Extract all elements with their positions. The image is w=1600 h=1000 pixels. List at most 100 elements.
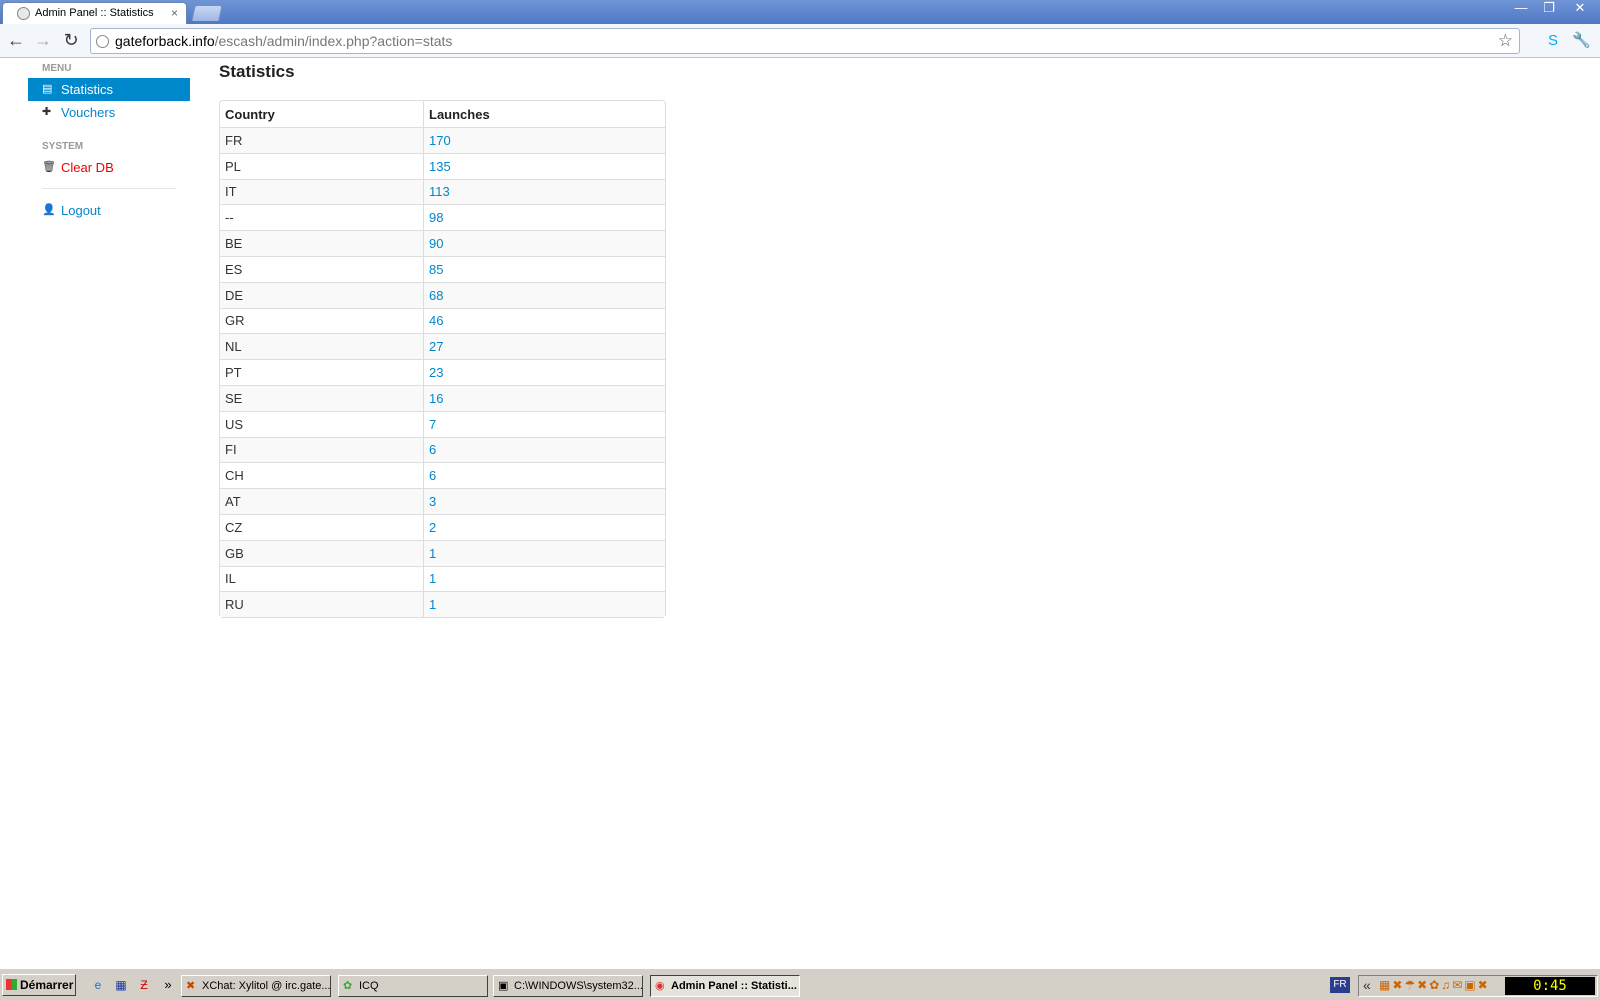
sidebar-item-vouchers[interactable]: ✚ Vouchers [28, 101, 190, 124]
launches-link[interactable]: 7 [423, 410, 665, 437]
url-path: /escash/admin/index.php?action=stats [214, 33, 453, 49]
menu-header: MENU [42, 63, 72, 74]
main-content: Statistics Country Launches FR 170 PL 135 IT… [219, 58, 666, 619]
launches-link[interactable]: 98 [423, 204, 665, 231]
country-cell: FR [220, 127, 423, 153]
table-row: IL 1 [220, 565, 665, 592]
taskbar-item-icq[interactable]: ✿ ICQ [338, 975, 488, 997]
launches-link[interactable]: 46 [423, 307, 665, 334]
tab-close-icon[interactable]: × [171, 6, 178, 20]
country-cell: BE [220, 230, 423, 256]
start-button[interactable]: Démarrer [2, 974, 76, 996]
close-window-button[interactable]: ✕ [1564, 0, 1596, 17]
minimize-button[interactable]: — [1508, 0, 1534, 17]
tray-icons[interactable]: ▦✖☂✖✿♫✉▣✖ [1379, 978, 1490, 992]
launches-link[interactable]: 27 [423, 333, 665, 360]
task-label: C:\WINDOWS\system32... [514, 980, 643, 992]
page-title: Statistics [219, 62, 295, 81]
country-cell: NL [220, 333, 423, 360]
launches-link[interactable]: 1 [423, 539, 665, 566]
bookmark-star-icon[interactable]: ☆ [1498, 31, 1513, 51]
page-icon [96, 35, 109, 48]
table-row: RU 1 [220, 591, 665, 618]
launches-link[interactable]: 1 [423, 565, 665, 592]
launches-link[interactable]: 90 [423, 230, 665, 256]
country-cell: PL [220, 152, 423, 179]
start-label: Démarrer [20, 978, 74, 992]
page-content: MENU ▤ Statistics ✚ Vouchers SYSTEM 🗑 Cl… [0, 58, 1600, 968]
launches-link[interactable]: 85 [423, 255, 665, 282]
url-host: gateforback.info [115, 33, 215, 49]
trash-icon: 🗑 [42, 161, 56, 173]
tab-title: Admin Panel :: Statistics [35, 7, 154, 19]
skype-extension-icon[interactable]: S [1544, 32, 1562, 50]
forward-arrow-icon[interactable]: → [32, 30, 54, 52]
taskbar-item-xchat[interactable]: ✖ XChat: Xylitol @ irc.gate... [181, 975, 331, 997]
sidebar-item-clear-db[interactable]: 🗑 Clear DB [28, 156, 190, 179]
launches-link[interactable]: 113 [423, 178, 665, 205]
windows-logo-icon [6, 979, 17, 990]
table-body: FR 170 PL 135 IT 113 -- 98 BE 90 ES 85 DE 68 GR 46 NL 27 P… [220, 127, 665, 618]
launches-link[interactable]: 170 [423, 127, 665, 153]
launches-link[interactable]: 6 [423, 462, 665, 489]
country-cell: DE [220, 281, 423, 308]
table-row: AT 3 [220, 488, 665, 514]
sidebar-item-label: Vouchers [61, 105, 116, 120]
language-indicator[interactable]: FR [1330, 977, 1350, 993]
launches-link[interactable]: 3 [423, 488, 665, 514]
taskbar-item-chrome[interactable]: ◉ Admin Panel :: Statisti... [650, 975, 800, 997]
table-header-row: Country Launches [220, 101, 665, 127]
address-bar[interactable]: gateforback.info/escash/admin/index.php?… [90, 28, 1520, 54]
task-label: Admin Panel :: Statisti... [671, 980, 797, 992]
maximize-button[interactable]: ❐ [1536, 0, 1562, 17]
tray-expand-chevron[interactable]: « [1363, 977, 1371, 993]
launches-link[interactable]: 16 [423, 384, 665, 411]
browser-tab-active[interactable]: Admin Panel :: Statistics × [2, 2, 187, 24]
launches-link[interactable]: 23 [423, 359, 665, 385]
user-icon: 👤 [42, 204, 56, 216]
table-row: CZ 2 [220, 513, 665, 540]
table-row: -- 98 [220, 204, 665, 231]
new-tab-button[interactable] [191, 5, 223, 21]
app-quicklaunch-icon[interactable]: ▦ [113, 977, 129, 993]
filezilla-quicklaunch-icon[interactable]: Ƶ [136, 977, 152, 993]
country-cell: US [220, 410, 423, 437]
reload-icon[interactable]: ↻ [60, 30, 82, 52]
xchat-icon: ✖ [186, 980, 196, 992]
sidebar-item-statistics[interactable]: ▤ Statistics [28, 78, 190, 101]
taskbar-item-cmd[interactable]: ▣ C:\WINDOWS\system32... [493, 975, 643, 997]
table-row: US 7 [220, 410, 665, 437]
country-cell: SE [220, 384, 423, 411]
quicklaunch-more-chevron[interactable]: » [160, 977, 176, 993]
wrench-menu-icon[interactable]: 🔧 [1572, 32, 1591, 50]
globe-icon [17, 7, 30, 20]
gift-icon: ✚ [42, 106, 52, 118]
ie-quicklaunch-icon[interactable]: e [90, 977, 106, 993]
back-arrow-icon[interactable]: ← [5, 30, 27, 52]
launches-link[interactable]: 135 [423, 152, 665, 179]
address-url[interactable]: gateforback.info/escash/admin/index.php?… [115, 33, 452, 49]
sidebar-nav: MENU ▤ Statistics ✚ Vouchers SYSTEM 🗑 Cl… [28, 58, 190, 222]
table-row: GR 46 [220, 307, 665, 334]
browser-titlebar: Admin Panel :: Statistics × — ❐ ✕ [0, 0, 1600, 24]
launches-link[interactable]: 2 [423, 513, 665, 540]
country-cell: GR [220, 307, 423, 334]
sidebar-item-logout[interactable]: 👤 Logout [28, 199, 190, 222]
table-row: PT 23 [220, 359, 665, 385]
console-icon: ▣ [498, 980, 509, 992]
country-cell: RU [220, 591, 423, 618]
sidebar-item-label: Logout [61, 203, 101, 218]
table-row: SE 16 [220, 384, 665, 411]
browser-toolbar: ← → ↻ gateforback.info/escash/admin/inde… [0, 24, 1600, 58]
country-cell: IT [220, 178, 423, 205]
taskbar: Démarrer e ▦ Ƶ » ✖ XChat: Xylitol @ irc.… [0, 968, 1600, 1000]
launches-link[interactable]: 1 [423, 591, 665, 618]
table-row: GB 1 [220, 539, 665, 566]
country-cell: -- [220, 204, 423, 230]
clock[interactable]: 0:45 [1505, 977, 1595, 995]
system-header: SYSTEM [42, 141, 84, 152]
launches-link[interactable]: 68 [423, 281, 665, 308]
task-label: XChat: Xylitol @ irc.gate... [202, 980, 331, 992]
table-row: FI 6 [220, 436, 665, 463]
launches-link[interactable]: 6 [423, 436, 665, 463]
